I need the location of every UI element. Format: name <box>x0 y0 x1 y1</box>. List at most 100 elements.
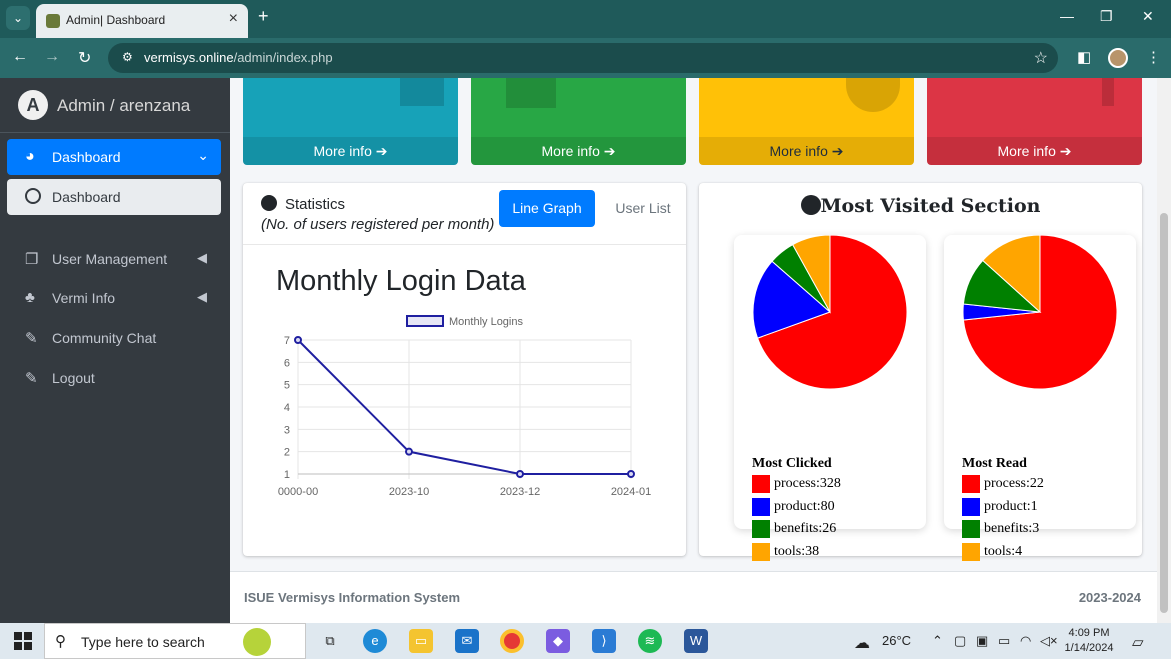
site-info-icon[interactable]: ⚙ <box>122 50 136 64</box>
side-panel-icon[interactable]: ◧ <box>1077 48 1091 66</box>
sidebar-item-community-chat[interactable]: ✎ Community Chat <box>7 320 221 356</box>
restore-icon[interactable]: ❐ <box>1100 8 1113 25</box>
statistics-card-header: Statistics (No. of users registered per … <box>243 183 686 245</box>
notification-icon[interactable]: ▱ <box>1132 633 1144 651</box>
copilot-icon[interactable]: ◆ <box>546 629 570 653</box>
most-clicked-card: Most Clicked process:328 product:80 bene… <box>734 235 926 561</box>
spotify-icon[interactable]: ≋ <box>638 629 662 653</box>
legend-label: process:22 <box>984 476 1044 491</box>
sidebar-subitem-dashboard[interactable]: Dashboard <box>7 179 221 215</box>
legend-swatch <box>962 498 980 516</box>
chevron-left-icon: ◀ <box>197 250 207 265</box>
footer-year: 2023-2024 <box>1078 590 1141 605</box>
user-list-button[interactable]: User List <box>603 190 683 227</box>
chart-title: Monthly Login Data <box>276 265 526 297</box>
sidebar-item-user-management[interactable]: ❐ User Management ◀ <box>7 241 221 277</box>
screen-icon[interactable]: ▣ <box>976 633 988 649</box>
close-tab-icon[interactable]: × <box>229 10 238 28</box>
browser-toolbar: ← → ↻ ⚙ vermisys.online/admin/index.php … <box>0 38 1171 78</box>
copy-icon: ❐ <box>25 251 39 268</box>
legend-label: tools:4 <box>984 544 1023 559</box>
site-favicon-icon <box>46 14 60 28</box>
close-window-icon[interactable]: ✕ <box>1142 8 1154 25</box>
y-tick-label: 7 <box>284 335 290 347</box>
legend-swatch <box>752 520 770 538</box>
most-clicked-pie-chart <box>752 235 908 390</box>
sidebar-item-label: Vermi Info <box>52 290 116 306</box>
sidebar-item-label: Dashboard <box>52 149 121 165</box>
word-icon[interactable]: W <box>684 629 708 653</box>
info-box-3: More info ➔ <box>699 78 914 165</box>
taskbar-search-box[interactable]: ⚲ Type here to search <box>44 623 306 659</box>
most-read-pie-chart <box>962 235 1118 390</box>
vscode-icon[interactable]: ⟩ <box>592 629 616 653</box>
pie-chart-icon <box>846 78 900 112</box>
minimize-icon[interactable]: — <box>1060 8 1074 24</box>
pie-title: Most Read <box>962 456 1027 471</box>
battery-icon[interactable]: ▭ <box>998 633 1010 649</box>
edge-icon[interactable]: e <box>363 629 387 653</box>
monthly-login-chart: Monthly Logins 1 2 3 4 5 6 7 0000-00 2023-10 2023-… <box>278 315 651 498</box>
more-info-link[interactable]: More info ➔ <box>243 137 458 165</box>
legend-swatch <box>962 520 980 538</box>
bag-icon <box>506 78 556 108</box>
y-tick-label: 6 <box>284 357 290 369</box>
taskbar-clock[interactable]: 4:09 PM 1/14/2024 <box>1060 626 1118 656</box>
thermometer-icon <box>1102 78 1114 106</box>
browser-menu-icon[interactable]: ⋮ <box>1146 48 1161 66</box>
x-tick-label: 2023-10 <box>389 486 429 498</box>
x-tick-label: 2023-12 <box>500 486 540 498</box>
legend-label: product:80 <box>774 499 835 514</box>
profile-avatar[interactable] <box>1108 48 1128 68</box>
chrome-icon[interactable] <box>500 629 524 653</box>
legend-swatch <box>962 543 980 561</box>
windows-start-icon[interactable] <box>14 632 32 650</box>
chevron-down-icon: ⌄ <box>197 147 209 163</box>
back-icon[interactable]: ← <box>12 48 28 66</box>
chevron-up-icon[interactable]: ⌃ <box>932 633 943 649</box>
reload-icon[interactable]: ↻ <box>78 48 91 68</box>
most-visited-title: Most Visited Section <box>699 195 1142 217</box>
address-bar[interactable]: ⚙ vermisys.online/admin/index.php ☆ <box>108 43 1058 73</box>
brand-divider <box>0 132 230 133</box>
info-box-4: More info ➔ <box>927 78 1142 165</box>
sidebar-item-logout[interactable]: ✎ Logout <box>7 360 221 396</box>
sidebar-item-dashboard[interactable]: ◕ Dashboard ⌄ <box>7 139 221 175</box>
volume-mute-icon[interactable]: ◁× <box>1040 633 1058 649</box>
page-footer: ISUE Vermisys Information System 2023-20… <box>230 571 1157 623</box>
y-tick-label: 3 <box>284 424 290 436</box>
bookmark-star-icon[interactable]: ☆ <box>1034 48 1048 68</box>
browser-tab[interactable]: Admin| Dashboard × <box>36 4 248 38</box>
forward-icon[interactable]: → <box>44 48 60 66</box>
legend-swatch <box>752 498 770 516</box>
meet-now-icon[interactable]: ▢ <box>954 633 966 649</box>
weather-icon[interactable]: ☁ <box>854 633 870 653</box>
mail-icon[interactable]: ✉ <box>455 629 479 653</box>
task-view-icon[interactable]: ⧉ <box>318 629 342 653</box>
tab-search-button[interactable]: ⌄ <box>6 6 30 30</box>
new-tab-icon[interactable]: + <box>258 6 269 27</box>
sidebar: A Admin / arenzana ◕ Dashboard ⌄ Dashboa… <box>0 78 230 623</box>
x-tick-label: 0000-00 <box>278 486 318 498</box>
page-scrollbar[interactable] <box>1157 78 1171 623</box>
more-info-link[interactable]: More info ➔ <box>471 137 686 165</box>
scrollbar-thumb[interactable] <box>1160 213 1168 613</box>
sidebar-item-vermi-info[interactable]: ♣ Vermi Info ◀ <box>7 280 221 316</box>
legend-swatch <box>752 475 770 493</box>
url-text: vermisys.online/admin/index.php <box>144 50 333 65</box>
temperature[interactable]: 26°C <box>882 633 911 648</box>
most-visited-card: Most Visited Section Most Clicked proces… <box>699 183 1142 561</box>
file-explorer-icon[interactable]: ▭ <box>409 629 433 653</box>
wifi-icon[interactable]: ◠ <box>1020 633 1031 649</box>
line-graph-button[interactable]: Line Graph <box>499 190 595 227</box>
chevron-left-icon: ◀ <box>197 289 207 304</box>
more-info-link[interactable]: More info ➔ <box>927 137 1142 165</box>
more-info-link[interactable]: More info ➔ <box>699 137 914 165</box>
brand-name: Admin / arenzana <box>57 96 191 115</box>
chart-bar-icon <box>400 78 444 106</box>
footer-system-name: ISUE Vermisys Information System <box>244 590 461 605</box>
info-box-1: More info ➔ <box>243 78 458 165</box>
data-point <box>627 470 635 478</box>
pie-title: Most Clicked <box>752 456 832 471</box>
sidebar-item-label: Community Chat <box>52 330 157 346</box>
